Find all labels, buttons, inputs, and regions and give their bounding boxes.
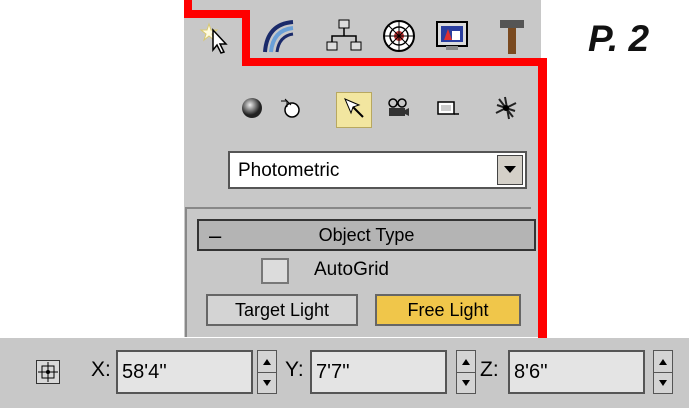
highlight-frame-tab-left: [184, 10, 248, 18]
helpers-button[interactable]: [430, 92, 466, 128]
object-type-rollout-header[interactable]: – Object Type: [197, 219, 536, 251]
cameras-icon: [385, 95, 411, 126]
lights-button[interactable]: [336, 92, 372, 128]
autogrid-checkbox[interactable]: [261, 258, 289, 284]
shapes-button[interactable]: [272, 92, 308, 128]
space-warps-button[interactable]: [488, 92, 524, 128]
target-light-button[interactable]: Target Light: [206, 294, 358, 326]
spinner-down-icon[interactable]: [654, 372, 672, 393]
shapes-icon: [277, 95, 303, 126]
spinner-up-icon[interactable]: [258, 351, 276, 373]
x-value: 58'4'': [122, 361, 167, 383]
transform-type-in-icon: [38, 362, 58, 382]
motion-tab-icon: [379, 16, 419, 61]
utilities-tab-icon: [492, 16, 532, 61]
helpers-icon: [435, 95, 461, 126]
dropdown-arrow-button[interactable]: [497, 155, 523, 185]
rollout-title: Object Type: [318, 225, 415, 245]
y-spinner[interactable]: [456, 350, 476, 394]
x-label: X:: [91, 358, 111, 381]
motion-tab[interactable]: [377, 16, 421, 60]
light-type-value: Photometric: [238, 160, 340, 181]
hierarchy-tab-icon: [324, 16, 364, 61]
figure-label: P. 2: [588, 18, 650, 59]
modify-tab-icon: [259, 16, 299, 61]
light-type-dropdown[interactable]: Photometric: [228, 151, 527, 189]
z-label: Z:: [480, 358, 499, 381]
spinner-down-icon[interactable]: [457, 372, 475, 393]
lights-icon: [341, 95, 367, 126]
geometry-icon: [239, 95, 265, 126]
rollout-border-left: [185, 207, 187, 337]
spinner-down-icon[interactable]: [258, 372, 276, 393]
x-coordinate-field[interactable]: 58'4'': [116, 350, 253, 394]
y-value: 7'7'': [316, 361, 350, 383]
absolute-mode-toggle[interactable]: [36, 360, 60, 384]
create-tab[interactable]: [193, 16, 237, 60]
highlight-frame-right: [538, 58, 547, 340]
z-coordinate-field[interactable]: 8'6'': [508, 350, 645, 394]
y-label: Y:: [285, 358, 304, 381]
x-spinner[interactable]: [257, 350, 277, 394]
chevron-down-icon: [504, 166, 516, 173]
utilities-tab[interactable]: [490, 16, 534, 60]
rollout-border-top: [185, 207, 531, 209]
geometry-button[interactable]: [234, 92, 270, 128]
modify-tab[interactable]: [257, 16, 301, 60]
autogrid-label: AutoGrid: [314, 259, 389, 280]
display-tab-icon: [432, 16, 472, 61]
create-tab-icon: [195, 16, 235, 61]
spinner-up-icon[interactable]: [457, 351, 475, 373]
space-warps-icon: [493, 95, 519, 126]
free-light-button[interactable]: Free Light: [375, 294, 521, 326]
y-coordinate-field[interactable]: 7'7'': [310, 350, 447, 394]
spinner-up-icon[interactable]: [654, 351, 672, 373]
highlight-frame-top: [242, 58, 547, 66]
z-value: 8'6'': [514, 361, 548, 383]
hierarchy-tab[interactable]: [322, 16, 366, 60]
display-tab[interactable]: [430, 16, 474, 60]
z-spinner[interactable]: [653, 350, 673, 394]
cameras-button[interactable]: [380, 92, 416, 128]
